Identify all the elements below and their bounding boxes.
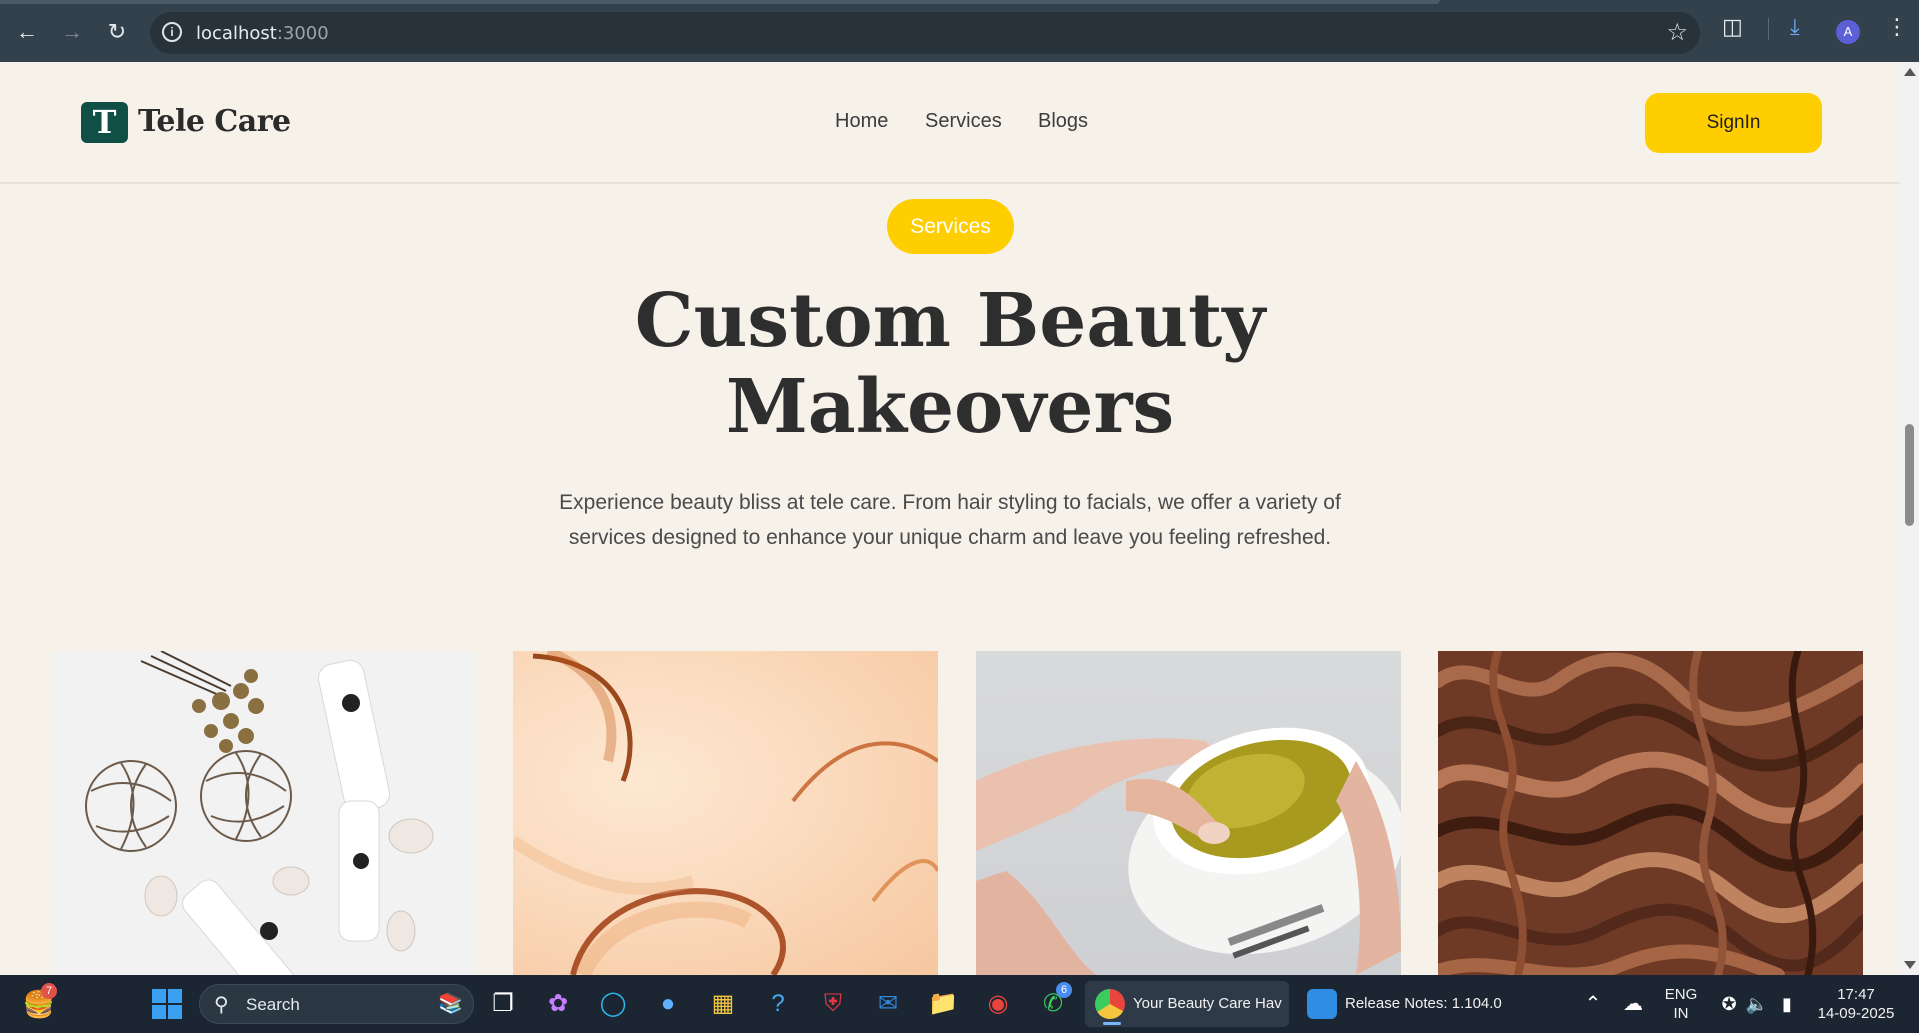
logo-text[interactable]: Tele Care — [138, 104, 291, 139]
site-info-icon[interactable]: i — [162, 22, 182, 42]
scroll-thumb[interactable] — [1905, 424, 1914, 526]
copilot-icon[interactable]: ✿ — [539, 985, 577, 1023]
vscode-window-label: Release Notes: 1.104.0 — [1345, 995, 1502, 1012]
url-text[interactable]: localhost:3000 — [196, 23, 329, 44]
hero-title-line1: Custom Beauty — [634, 278, 1266, 364]
services-pill: Services — [887, 199, 1014, 254]
help-icon[interactable]: ? — [759, 985, 797, 1023]
extensions-icon[interactable]: ◫ — [1722, 14, 1743, 40]
hero-title: Custom Beauty Makeovers — [560, 278, 1340, 450]
browser-toolbar: ← → ↻ i localhost:3000 ☆ ◫ ⤓ A ⋮ — [0, 0, 1919, 62]
menu-kebab-icon[interactable]: ⋮ — [1886, 14, 1908, 40]
clock[interactable]: 17:47 14-09-2025 — [1808, 985, 1904, 1023]
language-indicator[interactable]: ENG IN — [1660, 985, 1702, 1023]
chrome-window-label: Your Beauty Care Hav — [1133, 995, 1282, 1012]
bookmark-star-icon[interactable]: ☆ — [1666, 18, 1688, 47]
address-bar[interactable]: i localhost:3000 ☆ — [150, 12, 1700, 54]
hero-description: Experience beauty bliss at tele care. Fr… — [559, 491, 1341, 549]
signin-button[interactable]: SignIn — [1645, 93, 1822, 153]
nav-services[interactable]: Services — [925, 110, 1002, 133]
url-port: :3000 — [276, 23, 329, 44]
taskbar-vscode-window[interactable]: Release Notes: 1.104.0 — [1297, 981, 1507, 1027]
service-image-products[interactable] — [51, 651, 476, 975]
scroll-up-icon[interactable] — [1904, 68, 1916, 76]
start-windows-icon[interactable] — [148, 985, 186, 1023]
forward-icon[interactable]: → — [57, 17, 87, 47]
abstract-swirl-illustration — [513, 651, 938, 975]
download-icon[interactable]: ⤓ — [1790, 14, 1800, 40]
windows-taskbar: 🍔 7 ⚲ Search 📚 ❐ ✿ ◯ ● ▦ ? ⛨ ✉ 📁 ◉ ✆ 6 Y… — [0, 975, 1919, 1033]
search-label: Search — [246, 995, 300, 1014]
lang-line2: IN — [1673, 1005, 1689, 1022]
hero-title-line2: Makeovers — [725, 364, 1175, 450]
vscode-icon — [1307, 989, 1337, 1019]
taskbar-search[interactable]: ⚲ Search 📚 — [199, 984, 474, 1024]
site-header: T Tele Care Home Services Blogs SignIn — [0, 62, 1900, 184]
service-image-hair[interactable] — [1438, 651, 1863, 975]
active-indicator — [1103, 1022, 1121, 1025]
page-scrollbar[interactable] — [1900, 62, 1919, 975]
battery-icon[interactable]: ▮ — [1768, 985, 1806, 1023]
whatsapp-badge: 6 — [1056, 982, 1072, 998]
clock-date: 14-09-2025 — [1817, 1005, 1895, 1022]
tray-chevron-up-icon[interactable]: ⌃ — [1574, 985, 1612, 1023]
outlook-icon[interactable]: ✉ — [869, 985, 907, 1023]
skin-balm-illustration — [976, 727, 1401, 975]
taskbar-chrome-window[interactable]: Your Beauty Care Hav — [1085, 981, 1289, 1027]
reload-icon[interactable]: ↻ — [102, 17, 132, 47]
clock-time: 17:47 — [1837, 986, 1875, 1003]
file-explorer-icon[interactable]: 📁 — [924, 985, 962, 1023]
chrome-icon[interactable]: ◉ — [979, 985, 1017, 1023]
search-icon: ⚲ — [214, 994, 229, 1016]
url-host: localhost — [196, 23, 277, 44]
widgets-badge: 7 — [41, 983, 57, 999]
store-icon[interactable]: ▦ — [704, 985, 742, 1023]
mcafee-icon[interactable]: ⛨ — [814, 985, 852, 1023]
tab-strip — [0, 0, 1440, 4]
hp-icon[interactable]: ● — [649, 985, 687, 1023]
nav-blogs[interactable]: Blogs — [1038, 110, 1088, 133]
edge-icon[interactable]: ◯ — [594, 985, 632, 1023]
chrome-window-icon — [1095, 989, 1125, 1019]
logo-mark[interactable]: T — [81, 102, 128, 143]
products-illustration — [85, 651, 434, 975]
lang-line1: ENG — [1664, 986, 1698, 1003]
back-icon[interactable]: ← — [12, 17, 42, 47]
service-image-abstract[interactable] — [513, 651, 938, 975]
curly-hair-illustration — [1438, 651, 1863, 975]
profile-avatar[interactable]: A — [1836, 20, 1860, 44]
task-view-icon[interactable]: ❐ — [484, 985, 522, 1023]
service-image-skin-balm[interactable] — [976, 651, 1401, 975]
onedrive-icon[interactable]: ☁ — [1614, 985, 1652, 1023]
nav-home[interactable]: Home — [835, 110, 888, 133]
scroll-down-icon[interactable] — [1904, 961, 1916, 969]
search-highlight-icon: 📚 — [438, 993, 463, 1015]
toolbar-divider — [1768, 18, 1769, 40]
